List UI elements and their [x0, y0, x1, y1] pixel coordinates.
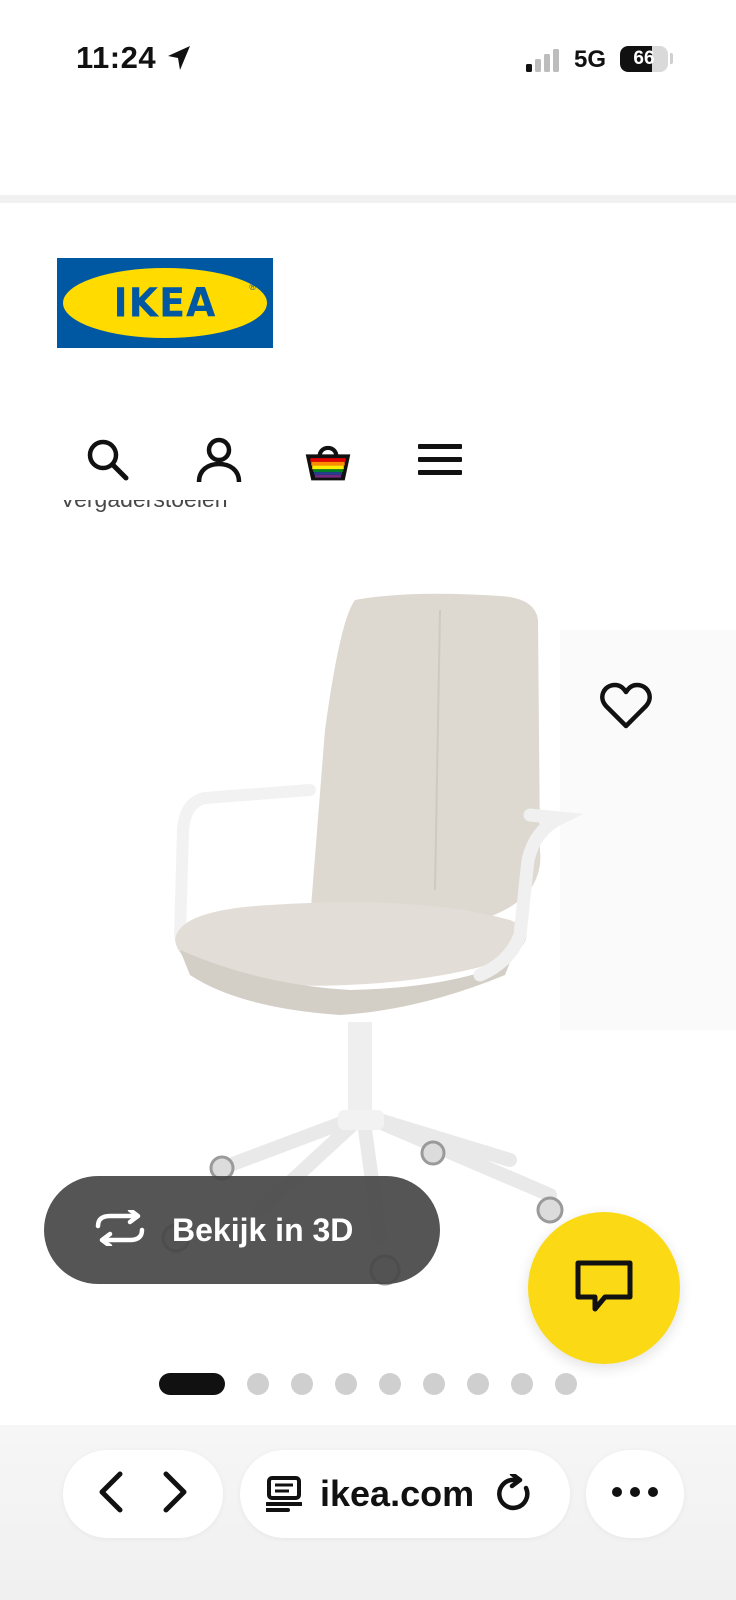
- battery-icon: 66: [620, 46, 668, 72]
- gallery-dot[interactable]: [291, 1373, 313, 1395]
- chat-bubble-icon: [575, 1260, 633, 1317]
- browser-chrome-divider: [0, 195, 736, 203]
- gallery-dot[interactable]: [335, 1373, 357, 1395]
- gallery-dot[interactable]: [511, 1373, 533, 1395]
- chat-button[interactable]: [528, 1212, 680, 1364]
- account-icon[interactable]: [193, 434, 245, 486]
- ikea-logo[interactable]: IKEA ®: [57, 258, 273, 348]
- gallery-dot[interactable]: [467, 1373, 489, 1395]
- browser-nav-pill: [63, 1450, 223, 1538]
- url-text: ikea.com: [320, 1473, 475, 1514]
- battery-tip: [670, 53, 673, 64]
- status-time: 11:24: [76, 40, 157, 75]
- view-in-3d-label: Bekijk in 3D: [172, 1211, 354, 1248]
- battery-level: 66: [633, 48, 655, 69]
- reader-icon[interactable]: [266, 1475, 302, 1513]
- rotate-3d-icon: [92, 1207, 148, 1251]
- image-gallery-pager[interactable]: [159, 1373, 599, 1395]
- gallery-dot-active[interactable]: [159, 1373, 225, 1395]
- location-arrow-icon: [166, 44, 192, 77]
- menu-icon[interactable]: [414, 434, 466, 486]
- search-icon[interactable]: [82, 434, 134, 486]
- signal-bars-icon: [526, 49, 562, 78]
- logo-oval: IKEA: [63, 268, 267, 338]
- forward-icon[interactable]: [160, 1470, 190, 1519]
- more-icon: [611, 1485, 659, 1503]
- back-icon[interactable]: [96, 1470, 126, 1519]
- status-bar: 11:24 5G 66: [0, 0, 736, 120]
- logo-text: IKEA: [113, 279, 217, 327]
- favorite-button[interactable]: [590, 672, 662, 744]
- gallery-dot[interactable]: [247, 1373, 269, 1395]
- gallery-dot[interactable]: [555, 1373, 577, 1395]
- reload-icon[interactable]: [496, 1474, 534, 1514]
- network-label: 5G: [574, 46, 607, 73]
- view-in-3d-button[interactable]: Bekijk in 3D: [44, 1176, 440, 1284]
- gallery-dot[interactable]: [379, 1373, 401, 1395]
- registered-mark: ®: [249, 282, 256, 292]
- gallery-dot[interactable]: [423, 1373, 445, 1395]
- breadcrumb-label: Vergaderstoelen: [60, 500, 228, 513]
- shopping-bag-icon[interactable]: [302, 434, 354, 486]
- more-button[interactable]: [586, 1450, 684, 1538]
- address-bar[interactable]: ikea.com: [240, 1450, 570, 1538]
- heart-icon: [600, 682, 652, 735]
- breadcrumb[interactable]: Vergaderstoelen: [60, 500, 380, 520]
